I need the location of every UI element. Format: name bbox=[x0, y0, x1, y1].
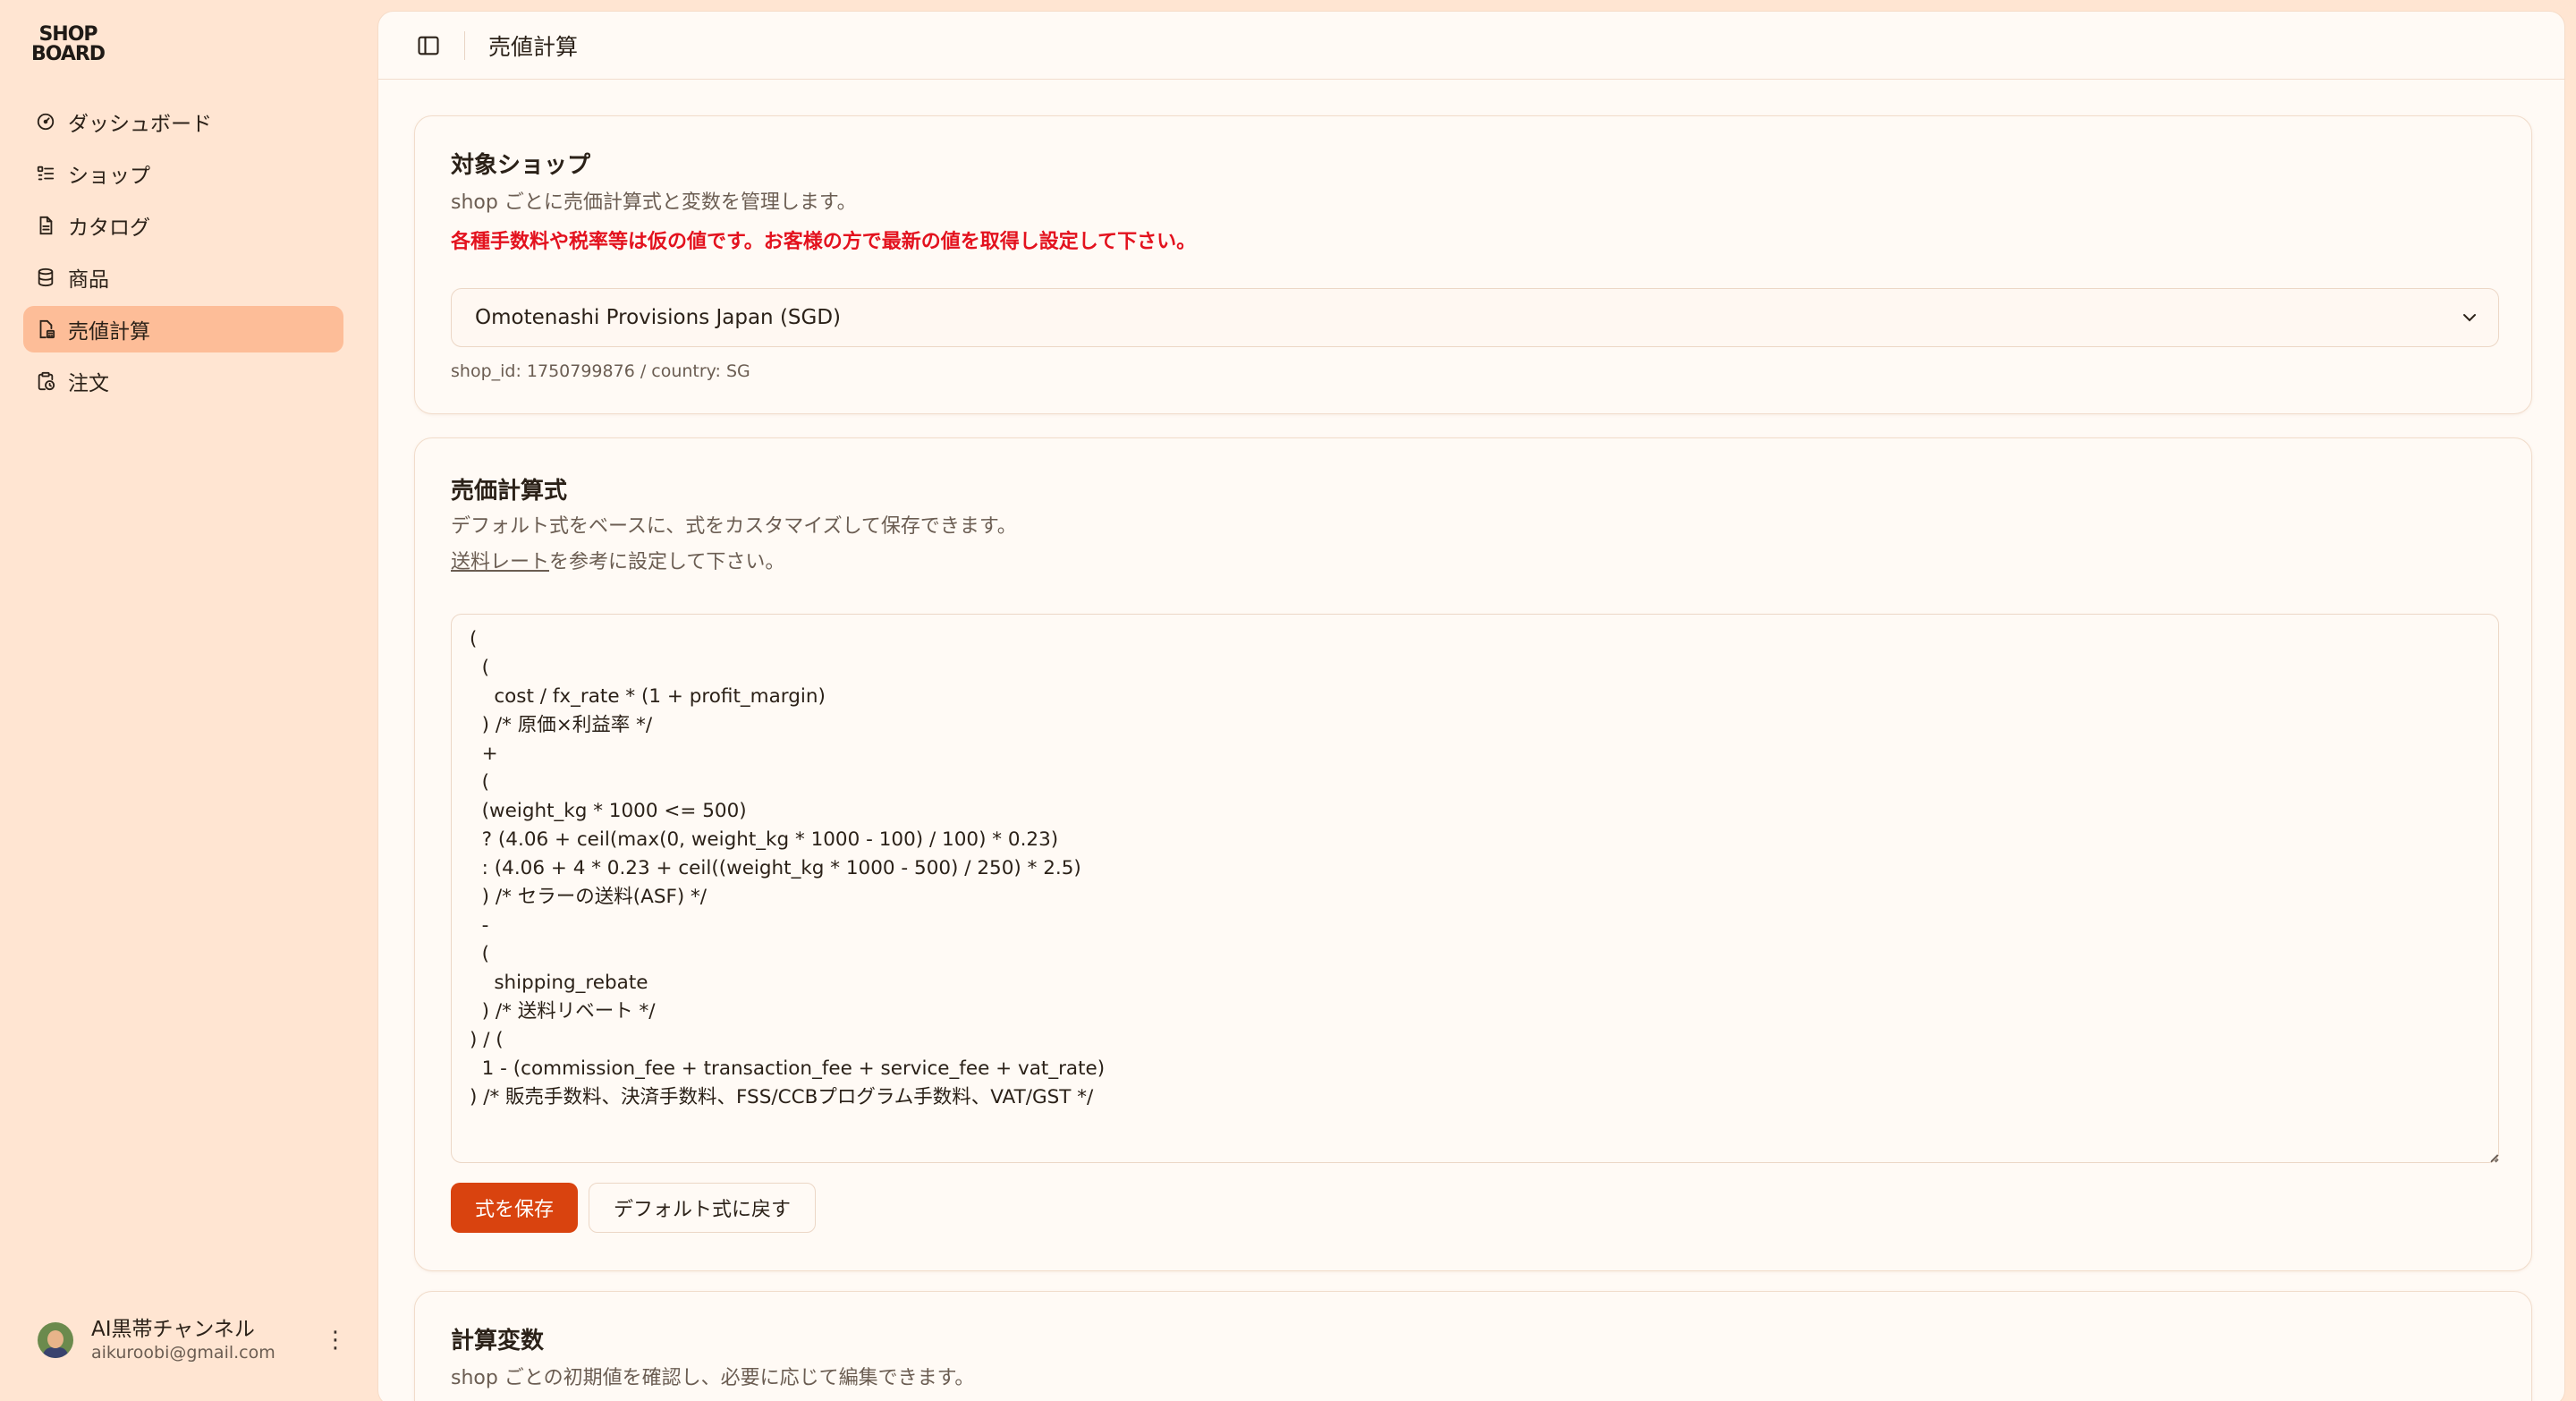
shop-meta: shop_id: 1750799876 / country: SG bbox=[451, 361, 750, 381]
sidebar-item-label: 商品 bbox=[68, 268, 109, 292]
sidebar-item-label: カタログ bbox=[68, 217, 150, 240]
sidebar-item-orders[interactable]: 注文 bbox=[23, 358, 343, 404]
database-icon bbox=[36, 267, 55, 287]
list-icon bbox=[36, 164, 55, 183]
sidebar: SHOP BOARD ダッシュボード ショップ カタログ 商品 売値計算 注文 … bbox=[0, 0, 376, 1401]
header-divider bbox=[464, 30, 465, 60]
sidebar-item-label: ダッシュボード bbox=[68, 113, 212, 136]
clipboard-clock-icon bbox=[36, 371, 55, 391]
gauge-icon bbox=[36, 112, 55, 132]
sidebar-item-label: 売値計算 bbox=[68, 320, 150, 344]
shop-card-title: 対象ショップ bbox=[451, 152, 591, 179]
sidebar-item-catalog[interactable]: カタログ bbox=[23, 202, 343, 249]
sidebar-item-pricing[interactable]: 売値計算 bbox=[23, 306, 343, 352]
logo-line-2: BOARD bbox=[30, 43, 106, 65]
shop-card: 対象ショップ shop ごとに売価計算式と変数を管理します。 各種手数料や税率等… bbox=[414, 115, 2532, 414]
sidebar-nav: ダッシュボード ショップ カタログ 商品 売値計算 注文 bbox=[23, 98, 343, 410]
shop-select[interactable]: Omotenashi Provisions Japan (SGD) bbox=[451, 288, 2499, 347]
variables-card-description: shop ごとの初期値を確認し、必要に応じて編集できます。 bbox=[451, 1367, 975, 1389]
shipping-rate-note: 送料レートを参考に設定して下さい。 bbox=[451, 546, 784, 574]
more-vertical-icon[interactable]: ⋮ bbox=[324, 1327, 347, 1354]
main-panel: 売値計算 対象ショップ shop ごとに売価計算式と変数を管理します。 各種手数… bbox=[377, 11, 2565, 1401]
formula-card: 売価計算式 デフォルト式をベースに、式をカスタマイズして保存できます。 送料レー… bbox=[414, 437, 2532, 1271]
shop-card-description: shop ごとに売価計算式と変数を管理します。 bbox=[451, 191, 857, 214]
reset-formula-button[interactable]: デフォルト式に戻す bbox=[589, 1183, 816, 1233]
sidebar-item-dashboard[interactable]: ダッシュボード bbox=[23, 98, 343, 145]
logo-line-1: SHOP bbox=[38, 23, 97, 46]
sidebar-toggle-icon[interactable] bbox=[416, 33, 441, 58]
user-name: AI黒帯チャンネル bbox=[91, 1318, 255, 1341]
chevron-down-icon bbox=[2459, 307, 2480, 328]
shipping-rate-link[interactable]: 送料レート bbox=[451, 551, 549, 573]
save-formula-button[interactable]: 式を保存 bbox=[451, 1183, 578, 1233]
page-title: 売値計算 bbox=[488, 33, 579, 60]
shopboard-logo[interactable]: SHOP BOARD bbox=[30, 25, 106, 75]
formula-textarea[interactable]: ( ( cost / fx_rate * (1 + profit_margin)… bbox=[451, 614, 2499, 1163]
formula-card-title: 売価計算式 bbox=[451, 478, 568, 505]
page-header: 売値計算 bbox=[378, 12, 2564, 80]
sidebar-item-label: 注文 bbox=[68, 372, 109, 395]
sidebar-item-shops[interactable]: ショップ bbox=[23, 150, 343, 197]
avatar bbox=[38, 1322, 73, 1358]
calculator-file-icon bbox=[36, 319, 55, 339]
document-icon bbox=[36, 216, 55, 235]
sidebar-item-products[interactable]: 商品 bbox=[23, 254, 343, 301]
user-profile[interactable]: AI黒帯チャンネル aikuroobi@gmail.com ⋮ bbox=[38, 1315, 347, 1365]
variables-card-title: 計算変数 bbox=[451, 1328, 545, 1354]
sidebar-item-label: ショップ bbox=[68, 165, 150, 188]
variables-card: 計算変数 shop ごとの初期値を確認し、必要に応じて編集できます。 bbox=[414, 1291, 2532, 1401]
shop-select-value: Omotenashi Provisions Japan (SGD) bbox=[475, 306, 842, 329]
warning-text: 各種手数料や税率等は仮の値です。お客様の方で最新の値を取得し設定して下さい。 bbox=[451, 231, 1197, 253]
user-email: aikuroobi@gmail.com bbox=[91, 1343, 275, 1363]
formula-card-description: デフォルト式をベースに、式をカスタマイズして保存できます。 bbox=[451, 515, 1017, 538]
resize-grip-icon[interactable] bbox=[2487, 1151, 2499, 1163]
shipping-rate-suffix: を参考に設定して下さい。 bbox=[549, 551, 785, 573]
